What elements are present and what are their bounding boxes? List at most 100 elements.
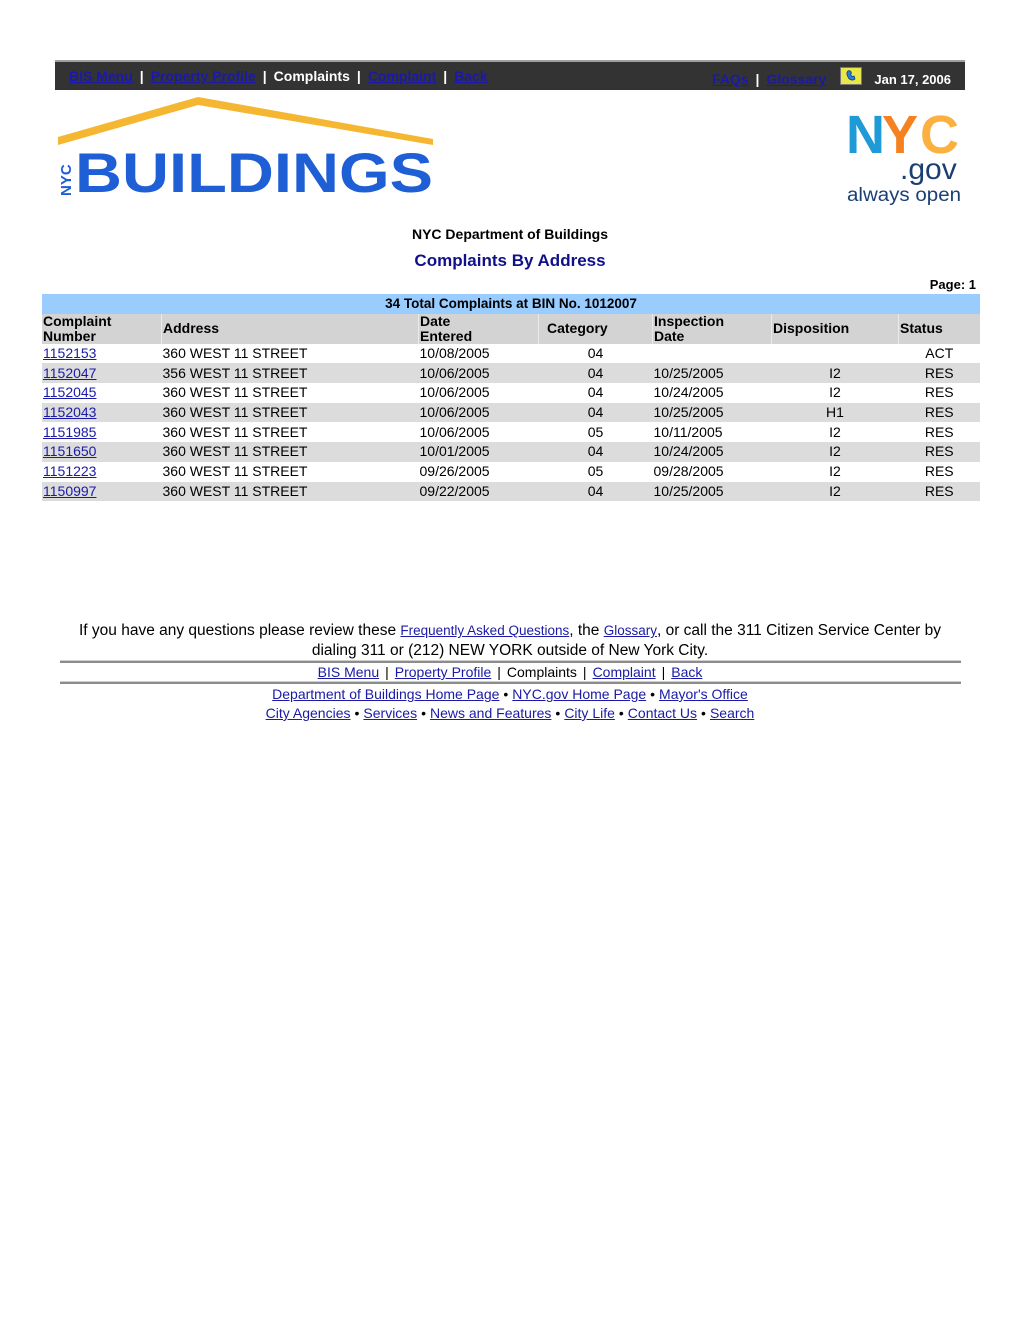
- complaint-number-cell: 1151223: [42, 462, 162, 482]
- date-entered-cell: 10/01/2005: [418, 442, 539, 462]
- mayors-office-link[interactable]: Mayor's Office: [659, 686, 748, 702]
- glossary-link[interactable]: Glossary: [766, 71, 826, 87]
- table-row: 1152045 360 WEST 11 STREET 10/06/2005 04 10/…: [42, 383, 980, 403]
- footer-back-link[interactable]: Back: [671, 664, 702, 680]
- category-cell: 05: [587, 423, 604, 440]
- status-cell: RES: [924, 423, 954, 440]
- top-nav-links: BIS Menu | Property Profile | Complaints | Com…: [69, 68, 488, 84]
- bullet: •: [701, 705, 706, 721]
- complaint-number-cell: 1152153: [42, 344, 162, 364]
- current-date: Jan 17, 2006: [874, 71, 951, 87]
- complaint-number-link[interactable]: 1152153: [43, 345, 96, 361]
- nyc-buildings-logo[interactable]: NYC BUILDINGS: [58, 97, 438, 207]
- category-cell: 04: [587, 345, 604, 362]
- inspection-date-cell: [653, 344, 772, 364]
- top-nav-complaints-current: Complaints: [273, 68, 350, 84]
- disposition-cell: [772, 344, 899, 364]
- logo-tagline: always open: [847, 185, 961, 205]
- top-nav-right: FAQs | Glossary Jan 17, 2006: [712, 67, 951, 88]
- separator: |: [497, 664, 501, 680]
- services-link[interactable]: Services: [363, 705, 417, 721]
- disposition-cell: I2: [829, 384, 841, 401]
- column-header-category: Category: [538, 313, 653, 344]
- logo-gov: .gov: [900, 153, 957, 186]
- address-cell: 360 WEST 11 STREET: [161, 442, 419, 462]
- contact-us-link[interactable]: Contact Us: [628, 705, 697, 721]
- separator: |: [661, 664, 666, 680]
- complaint-number-link[interactable]: 1152045: [43, 384, 96, 400]
- page-title: Complaints By Address: [414, 251, 606, 270]
- logo-nyc-prefix: NYC: [58, 164, 75, 196]
- news-features-link[interactable]: News and Features: [430, 705, 551, 721]
- status-cell: ACT: [925, 345, 954, 362]
- table-row: 1152047 356 WEST 11 STREET 10/06/2005 04 10/…: [42, 363, 980, 384]
- separator: |: [443, 68, 448, 84]
- complaint-number-link[interactable]: 1152043: [43, 404, 96, 420]
- column-header-date-entered: Date Entered: [418, 313, 539, 344]
- bullet: •: [618, 705, 624, 721]
- footer-complaint-link[interactable]: Complaint: [593, 664, 656, 680]
- status-cell: RES: [898, 442, 980, 462]
- bullet: •: [555, 705, 561, 721]
- inspection-date-cell: 10/24/2005: [652, 442, 772, 462]
- complaint-number-cell: 1150997: [42, 481, 162, 502]
- inspection-date-cell: 10/24/2005: [653, 384, 724, 401]
- inspection-date-cell: 09/28/2005: [653, 463, 724, 480]
- inspection-date-cell: 10/25/2005: [652, 363, 772, 384]
- footer-bis-menu-link[interactable]: BIS Menu: [318, 664, 379, 680]
- column-header-complaint-number: Complaint Number: [42, 313, 162, 344]
- table-caption-row: 34 Total Complaints at BIN No. 1012007: [42, 294, 980, 314]
- footer-property-profile-link[interactable]: Property Profile: [395, 664, 491, 680]
- faq-link[interactable]: Frequently Asked Questions: [400, 623, 569, 638]
- top-nav-property-profile-link[interactable]: Property Profile: [151, 68, 256, 84]
- search-link[interactable]: Search: [710, 705, 754, 721]
- date-entered-cell: 10/06/2005: [418, 363, 539, 384]
- top-nav-bis-menu-link[interactable]: BIS Menu: [69, 68, 133, 84]
- address-cell: 360 WEST 11 STREET: [162, 463, 308, 480]
- bullet: •: [421, 705, 426, 721]
- category-cell: 04: [538, 363, 653, 384]
- footer-links-row-1: Department of Buildings Home Page • NYC.go…: [0, 686, 1020, 702]
- nycgov-home-link[interactable]: NYC.gov Home Page: [512, 686, 646, 702]
- category-cell: 05: [587, 463, 604, 480]
- complaint-number-cell: 1152043: [42, 402, 162, 423]
- status-cell: RES: [924, 384, 954, 401]
- separator: |: [139, 68, 144, 84]
- logo-buildings-word: BUILDINGS: [75, 141, 433, 204]
- nyc-gov-logo[interactable]: N Y C .gov always open: [846, 103, 964, 205]
- status-cell: RES: [898, 402, 980, 423]
- city-life-link[interactable]: City Life: [564, 705, 615, 721]
- complaint-number-link[interactable]: 1151223: [43, 463, 96, 479]
- divider: [60, 660, 961, 663]
- date-entered-cell: 10/06/2005: [419, 384, 490, 401]
- column-header-status: Status: [898, 313, 980, 344]
- top-nav-complaint-link[interactable]: Complaint: [368, 68, 436, 84]
- address-cell: 360 WEST 11 STREET: [161, 402, 419, 423]
- category-cell: 04: [538, 402, 653, 423]
- table-row: 1152153 360 WEST 11 STREET 10/08/2005 04 ACT: [42, 344, 980, 364]
- address-cell: 360 WEST 11 STREET: [162, 423, 308, 440]
- disposition-cell: I2: [771, 363, 899, 384]
- city-agencies-link[interactable]: City Agencies: [266, 705, 351, 721]
- complaint-number-link[interactable]: 1151650: [43, 443, 96, 459]
- status-cell: RES: [898, 363, 980, 384]
- help-hand-icon[interactable]: [840, 67, 863, 85]
- disposition-cell: H1: [771, 402, 899, 423]
- inspection-date-cell: 10/25/2005: [652, 402, 772, 423]
- table-row: 1152043 360 WEST 11 STREET 10/06/2005 04 10/…: [42, 402, 980, 423]
- faqs-link[interactable]: FAQs: [712, 71, 749, 87]
- top-nav-back-link[interactable]: Back: [454, 68, 487, 84]
- separator: |: [262, 68, 267, 84]
- bullet: •: [650, 686, 656, 702]
- glossary-footer-link[interactable]: Glossary: [604, 623, 657, 638]
- dob-home-link[interactable]: Department of Buildings Home Page: [272, 686, 499, 702]
- complaint-number-link[interactable]: 1151985: [43, 424, 96, 440]
- date-entered-cell: 10/08/2005: [419, 345, 490, 362]
- logo-n: N: [846, 105, 885, 165]
- complaint-number-cell: 1152047: [42, 363, 162, 384]
- roof-shape: [58, 97, 433, 145]
- category-cell: 04: [538, 442, 653, 462]
- column-header-address: Address: [161, 313, 419, 344]
- complaint-number-link[interactable]: 1150997: [43, 483, 96, 499]
- complaint-number-link[interactable]: 1152047: [43, 365, 96, 381]
